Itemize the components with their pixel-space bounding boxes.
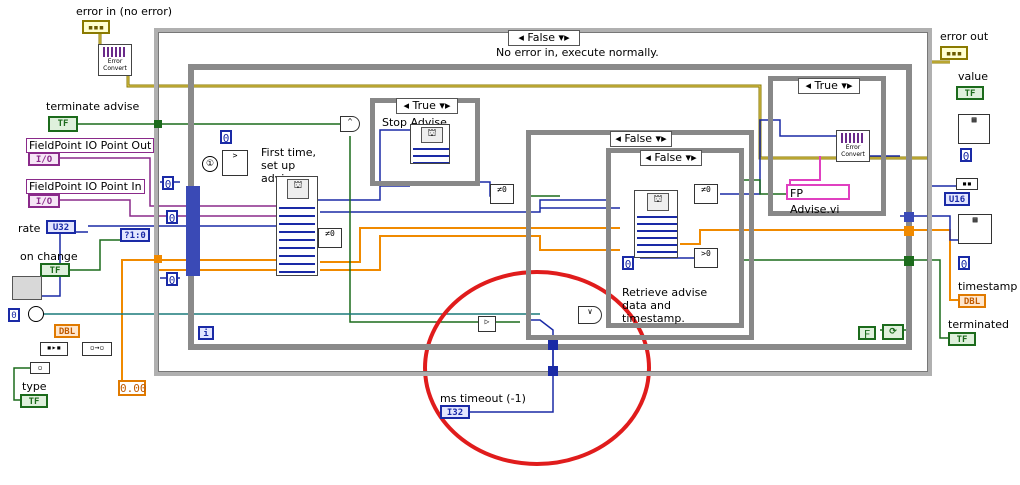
stop-case-selector[interactable]: ◂ True ▾▸	[396, 98, 458, 114]
not-equal-zero-node-3[interactable]: ≠0	[694, 184, 718, 204]
and-node[interactable]: ^	[340, 116, 360, 132]
or-node[interactable]: ∨	[578, 306, 602, 324]
rate-terminal[interactable]: U32	[46, 220, 76, 234]
error-convert-right-label: Error Convert	[841, 144, 865, 158]
fp-advise-setup-node[interactable]: ⛫	[276, 176, 318, 276]
fp-advise-retrieve-node[interactable]: ⛫	[634, 190, 678, 258]
tunnel-blue-bottom-2	[548, 366, 558, 376]
fp-out-terminal[interactable]: I/O	[28, 152, 60, 166]
fp-retrieve-icon: ⛫	[647, 193, 669, 211]
zero-constant-c[interactable]: 0	[166, 272, 178, 287]
error-in-terminal[interactable]: ▪▪▪	[82, 20, 110, 34]
fp-advise-string-constant[interactable]: FP Advise.vi	[786, 184, 850, 216]
tunnel-orange-left	[154, 255, 162, 263]
retrieve-inner-value: False	[654, 151, 683, 164]
compare-node[interactable]: >	[222, 150, 248, 176]
zero-constant-b[interactable]: 0	[166, 210, 178, 225]
value-terminal[interactable]: TF	[956, 86, 984, 100]
value-array-indicator[interactable]: ▦	[958, 114, 990, 144]
shift-register-left	[186, 186, 200, 276]
fp-in-terminal[interactable]: I/O	[28, 194, 60, 208]
error-convert-icon	[103, 47, 127, 57]
timestamp-terminal[interactable]: DBL	[958, 294, 986, 308]
left-zero-constant[interactable]: 0	[8, 308, 20, 322]
timestamp-array-indicator[interactable]: ▦	[958, 214, 992, 244]
label-error-in: error in (no error)	[76, 5, 173, 18]
fp-setup-terminals	[279, 201, 315, 273]
error-convert-label: Error Convert	[103, 58, 127, 72]
retrieve-outer-selector[interactable]: ◂ False ▾▸	[610, 131, 672, 147]
not-equal-zero-node-2[interactable]: ≠0	[490, 184, 514, 204]
label-ms-timeout: ms timeout (-1)	[440, 392, 526, 405]
comment-no-error: No error in, execute normally.	[496, 46, 659, 59]
first-call-icon: ①	[202, 156, 218, 172]
label-rate: rate	[18, 222, 41, 235]
loop-index: i	[198, 326, 214, 340]
terminate-advise-terminal[interactable]: TF	[48, 116, 78, 132]
retrieve-inner-selector[interactable]: ◂ False ▾▸	[640, 150, 702, 166]
error-convert-subvi-left[interactable]: Error Convert	[98, 44, 132, 76]
zero-constant-a[interactable]: 0	[162, 176, 174, 191]
tunnel-blue-bottom	[548, 340, 558, 350]
right-case-selector[interactable]: ◂ True ▾▸	[798, 78, 860, 94]
u16-terminal[interactable]: U16	[944, 192, 970, 206]
label-on-change: on change	[20, 250, 78, 263]
fp-stop-terminals	[413, 143, 449, 163]
refnum-icon	[12, 276, 42, 300]
tunnel-green-left	[154, 120, 162, 128]
ms-timeout-terminal[interactable]: I32	[440, 405, 470, 419]
dbl-terminal[interactable]: DBL	[54, 324, 80, 338]
error-convert-right-icon	[841, 133, 865, 143]
on-change-terminal[interactable]: TF	[40, 263, 70, 277]
type-convert-node[interactable]: ▫→▫	[82, 342, 112, 356]
first-call-zero-constant[interactable]: 0	[220, 130, 232, 145]
label-value: value	[958, 70, 989, 83]
stop-button-icon	[28, 306, 44, 322]
value-index-constant[interactable]: 0	[960, 148, 972, 163]
tunnel-green-right	[904, 256, 914, 266]
false-constant[interactable]: F	[858, 326, 876, 341]
right-case-value: True	[814, 79, 838, 92]
dbl-zero-constant[interactable]: 0.00	[118, 380, 147, 396]
label-error-out: error out	[940, 30, 989, 43]
fp-advise-vi-name: FP Advise.vi	[790, 187, 840, 216]
comment-retrieve: Retrieve advise data and timestamp.	[622, 286, 708, 325]
error-out-terminal[interactable]: ▪▪▪	[940, 46, 968, 60]
loop-stop-terminal: ⟳	[882, 324, 904, 340]
label-timestamp: timestamp	[958, 280, 1018, 293]
type-cast-node[interactable]: ▪▸▪	[40, 342, 68, 356]
fp-stop-icon: ⛫	[421, 127, 443, 143]
label-fp-out: FieldPoint IO Point Out	[26, 138, 155, 153]
ring-constant[interactable]: ?1:0	[120, 228, 150, 242]
label-type: type	[22, 380, 47, 393]
not-equal-zero-node[interactable]: ≠0	[318, 228, 342, 248]
tunnel-blue-right	[904, 212, 914, 222]
retrieve-zero-constant[interactable]: 0	[622, 256, 634, 271]
fp-retrieve-terminals	[637, 211, 677, 257]
timestamp-index-constant[interactable]: 0	[958, 256, 970, 271]
label-terminated: terminated	[948, 318, 1009, 331]
outer-case-selector[interactable]: ◂ False ▾▸	[508, 30, 580, 46]
error-convert-subvi-right[interactable]: Error Convert	[836, 130, 870, 162]
outer-case-value: False	[527, 31, 556, 44]
label-terminate-advise: terminate advise	[46, 100, 140, 113]
type-small-node[interactable]: ▫	[30, 362, 50, 374]
terminated-terminal[interactable]: TF	[948, 332, 976, 346]
type-terminal[interactable]: TF	[20, 394, 48, 408]
fp-advise-stop-node[interactable]: ⛫	[410, 124, 450, 164]
fp-setup-icon: ⛫	[287, 179, 309, 199]
u16-array-node[interactable]: ▪▪	[956, 178, 978, 190]
stop-case-value: True	[412, 99, 436, 112]
not-node[interactable]: ▷	[478, 316, 496, 332]
retrieve-outer-value: False	[624, 132, 653, 145]
tunnel-orange-right	[904, 226, 914, 236]
greater-zero-node[interactable]: >0	[694, 248, 718, 268]
label-fp-in: FieldPoint IO Point In	[26, 179, 145, 194]
